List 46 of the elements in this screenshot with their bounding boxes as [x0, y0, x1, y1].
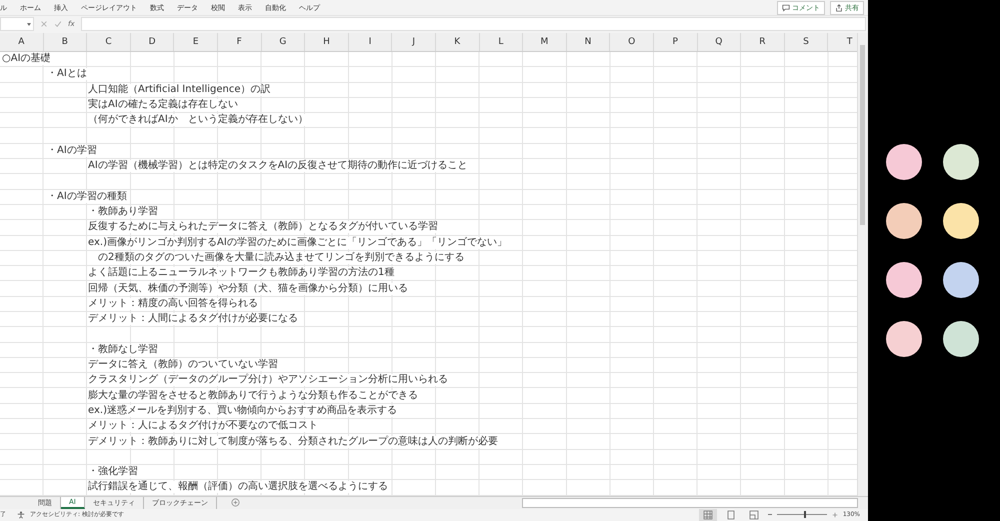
column-header[interactable]: C	[87, 32, 131, 51]
cancel-icon[interactable]	[40, 20, 48, 28]
column-header[interactable]: O	[610, 32, 654, 51]
cell-text: AIの学習（機械学習）とは特定のタスクをAIの反復させて期待の動作に近づけること	[88, 160, 468, 172]
cell-text: 膨大な量の学習をさせると教師ありで行うような分類も作ることができる	[88, 390, 418, 402]
column-header[interactable]: Q	[698, 32, 742, 51]
cell-text: メリット：精度の高い回答を得られる	[88, 298, 258, 310]
horizontal-scrollbar[interactable]	[522, 498, 858, 508]
column-header[interactable]: N	[566, 32, 610, 51]
cell-text: データに答え（教師）のついていない学習	[88, 359, 278, 372]
cell-text: 反復するために与えられたデータに答え（教師）となるタグが付いている学習	[88, 221, 438, 234]
cell-text: クラスタリング（データのグループ分け）やアソシエーション分析に用いられる	[88, 374, 448, 386]
comment-icon	[782, 4, 790, 12]
cell-text: メリット：人によるタグ付けが不要なので低コスト	[88, 420, 318, 432]
cell-text: 人口知能（Artificial Intelligence）の訳	[88, 84, 270, 96]
column-header[interactable]: J	[392, 32, 436, 51]
column-header[interactable]: B	[44, 32, 88, 51]
cell-text: ○AIの基礎	[2, 53, 51, 66]
column-header[interactable]: R	[741, 32, 785, 51]
add-sheet-icon[interactable]	[230, 498, 240, 508]
vertical-scrollbar[interactable]	[857, 32, 868, 496]
share-icon	[835, 4, 843, 12]
cell-text: 試行錯誤を通じて、報酬（評価）の高い選択肢を選べるようにする	[88, 481, 388, 494]
cell-text: 回帰（天気、株価の予測等）や分類（犬、猫を画像から分類）に用いる	[88, 282, 408, 295]
column-header[interactable]: M	[523, 32, 567, 51]
check-icon[interactable]	[54, 20, 62, 28]
column-header[interactable]: A	[0, 32, 44, 51]
column-header[interactable]: S	[784, 32, 828, 51]
column-header[interactable]: E	[174, 32, 218, 51]
column-header[interactable]: I	[348, 32, 392, 51]
normal-view-icon[interactable]	[698, 508, 717, 521]
zoom-in-icon[interactable]	[832, 512, 838, 518]
column-header[interactable]: G	[262, 32, 306, 51]
cell-text: デメリット：人間によるタグ付けが必要になる	[88, 313, 298, 326]
accessibility-icon[interactable]	[17, 510, 25, 519]
cell-text: ex.)迷惑メールを判別する、買い物傾向からおすすめ商品を表示する	[88, 404, 397, 417]
cell-text: よく話題に上るニューラルネットワークも教師あり学習の方法の1種	[88, 267, 394, 280]
column-header[interactable]: L	[480, 32, 524, 51]
cell-text: 実はAIの確たる定義は存在しない	[88, 98, 238, 111]
formula-input[interactable]	[80, 17, 866, 32]
column-header[interactable]: D	[130, 32, 174, 51]
column-header[interactable]: K	[436, 32, 480, 51]
column-header[interactable]: H	[305, 32, 349, 51]
cell-text: デメリット：教師ありに対して制度が落ちる、分類されたグループの意味は人の判断が必要	[88, 436, 498, 448]
column-header[interactable]: P	[654, 32, 698, 51]
column-header[interactable]: F	[218, 32, 262, 51]
